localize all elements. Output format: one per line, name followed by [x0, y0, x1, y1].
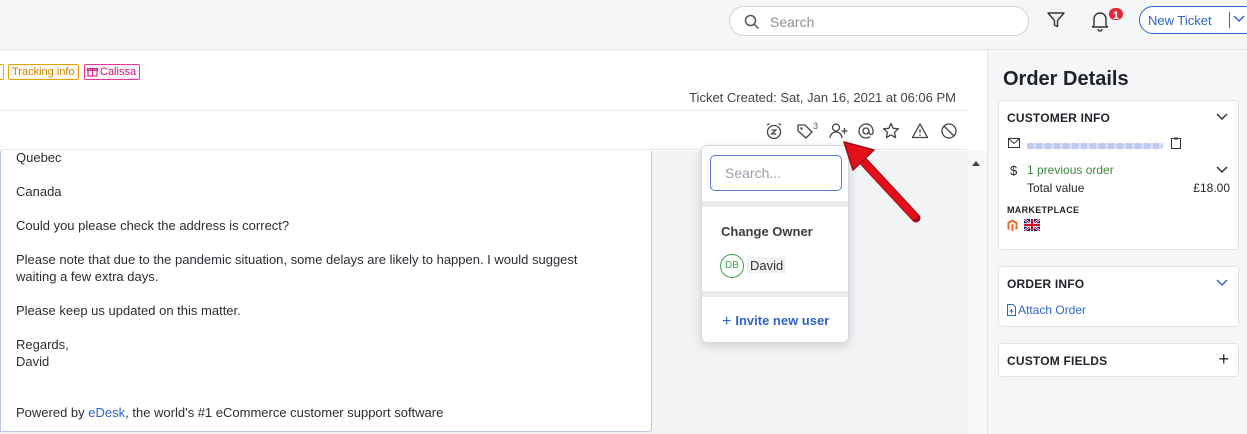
snooze-icon[interactable] — [765, 122, 783, 140]
custom-fields-card: CUSTOM FIELDS + — [998, 343, 1239, 377]
notification-badge: 1 — [1107, 6, 1125, 22]
message-line: waiting a few extra days. — [16, 269, 159, 284]
divider — [702, 291, 848, 297]
avatar: DB — [720, 254, 744, 278]
new-ticket-label: New Ticket — [1148, 13, 1212, 28]
add-custom-field-plus-icon[interactable]: + — [1218, 350, 1229, 368]
search-icon — [744, 14, 760, 30]
owner-name: David — [747, 257, 787, 274]
chevron-down-icon[interactable] — [1216, 166, 1228, 174]
dollar-icon: $ — [1010, 163, 1018, 178]
powered-by-footer: Powered by eDesk, the world's #1 eCommer… — [16, 404, 443, 421]
tag-calissa-label: Calissa — [100, 66, 137, 78]
search-input[interactable] — [770, 12, 1010, 32]
chevron-down-icon[interactable] — [1216, 279, 1228, 287]
sidebar-title: Order Details — [1003, 68, 1129, 90]
divider — [702, 201, 848, 207]
total-value: £18.00 — [1193, 181, 1230, 195]
invite-new-user-button[interactable]: + Invite new user — [722, 313, 829, 331]
attach-order-link[interactable]: Attach Order — [1007, 303, 1086, 317]
message-body: Quebec Canada Could you please check the… — [0, 150, 652, 432]
change-owner-heading: Change Owner — [721, 224, 813, 239]
tag-count: 3 — [813, 121, 819, 131]
owner-search-input[interactable] — [710, 155, 842, 191]
total-value-label: Total value — [1027, 181, 1085, 195]
global-search[interactable] — [729, 6, 1029, 36]
previous-orders[interactable]: 1 previous order — [1027, 163, 1114, 177]
tag-truncated[interactable] — [0, 64, 4, 80]
tag-tracking-info[interactable]: Tracking info — [8, 64, 79, 80]
document-icon — [1007, 304, 1016, 316]
magento-icon — [1007, 219, 1018, 232]
order-details-sidebar: Order Details CUSTOMER INFO $ 1 previous… — [987, 50, 1247, 434]
ticket-toolbar: 3 — [0, 110, 967, 150]
message-line: Canada — [16, 184, 62, 199]
attach-order-label: Attach Order — [1018, 303, 1087, 317]
marketplace-label: MARKETPLACE — [1007, 205, 1080, 215]
new-ticket-button[interactable]: New Ticket — [1139, 6, 1247, 34]
order-info-card: ORDER INFO Attach Order — [998, 266, 1239, 327]
customer-info-title[interactable]: CUSTOMER INFO — [1007, 111, 1110, 125]
message-line: Regards, — [16, 337, 69, 352]
custom-fields-title[interactable]: CUSTOM FIELDS — [1007, 354, 1107, 368]
clipboard-icon[interactable] — [1171, 137, 1181, 149]
customer-email-redacted — [1027, 143, 1163, 149]
filter-icon[interactable] — [1046, 11, 1066, 29]
customer-info-card: CUSTOMER INFO $ 1 previous order Total v… — [998, 100, 1239, 250]
block-icon[interactable] — [940, 122, 958, 140]
scroll-up-arrow-icon[interactable] — [970, 158, 982, 168]
scrollbar[interactable] — [967, 151, 987, 434]
red-arrow-annotation — [843, 141, 921, 223]
message-line: Quebec — [16, 150, 62, 165]
edesk-link[interactable]: eDesk — [88, 405, 125, 420]
email-icon — [1008, 138, 1020, 148]
change-owner-popup: Change Owner DB David +Invite new user — [701, 145, 849, 343]
order-info-title[interactable]: ORDER INFO — [1007, 277, 1084, 291]
marketplace-icons — [1007, 218, 1041, 234]
tag-calissa[interactable]: Calissa — [84, 64, 141, 80]
tag-icon[interactable] — [796, 122, 814, 140]
footer-prefix: Powered by — [16, 405, 89, 420]
message-line: Please keep us updated on this matter. — [16, 303, 241, 318]
message-line: Please note that due to the pandemic sit… — [16, 252, 578, 267]
button-divider — [1229, 12, 1230, 28]
message-line: Could you please check the address is co… — [16, 218, 290, 233]
plus-icon: + — [722, 313, 732, 330]
footer-suffix: , the world's #1 eCommerce customer supp… — [125, 405, 444, 420]
gift-icon — [87, 68, 98, 77]
top-bar: 1 New Ticket — [0, 0, 1247, 50]
uk-flag-icon — [1022, 218, 1041, 232]
ticket-created-date: Ticket Created: Sat, Jan 16, 2021 at 06:… — [689, 90, 956, 105]
invite-label: Invite new user — [735, 313, 830, 328]
chevron-down-icon[interactable] — [1233, 15, 1245, 23]
message-line: David — [16, 354, 50, 369]
chevron-down-icon[interactable] — [1216, 113, 1228, 121]
